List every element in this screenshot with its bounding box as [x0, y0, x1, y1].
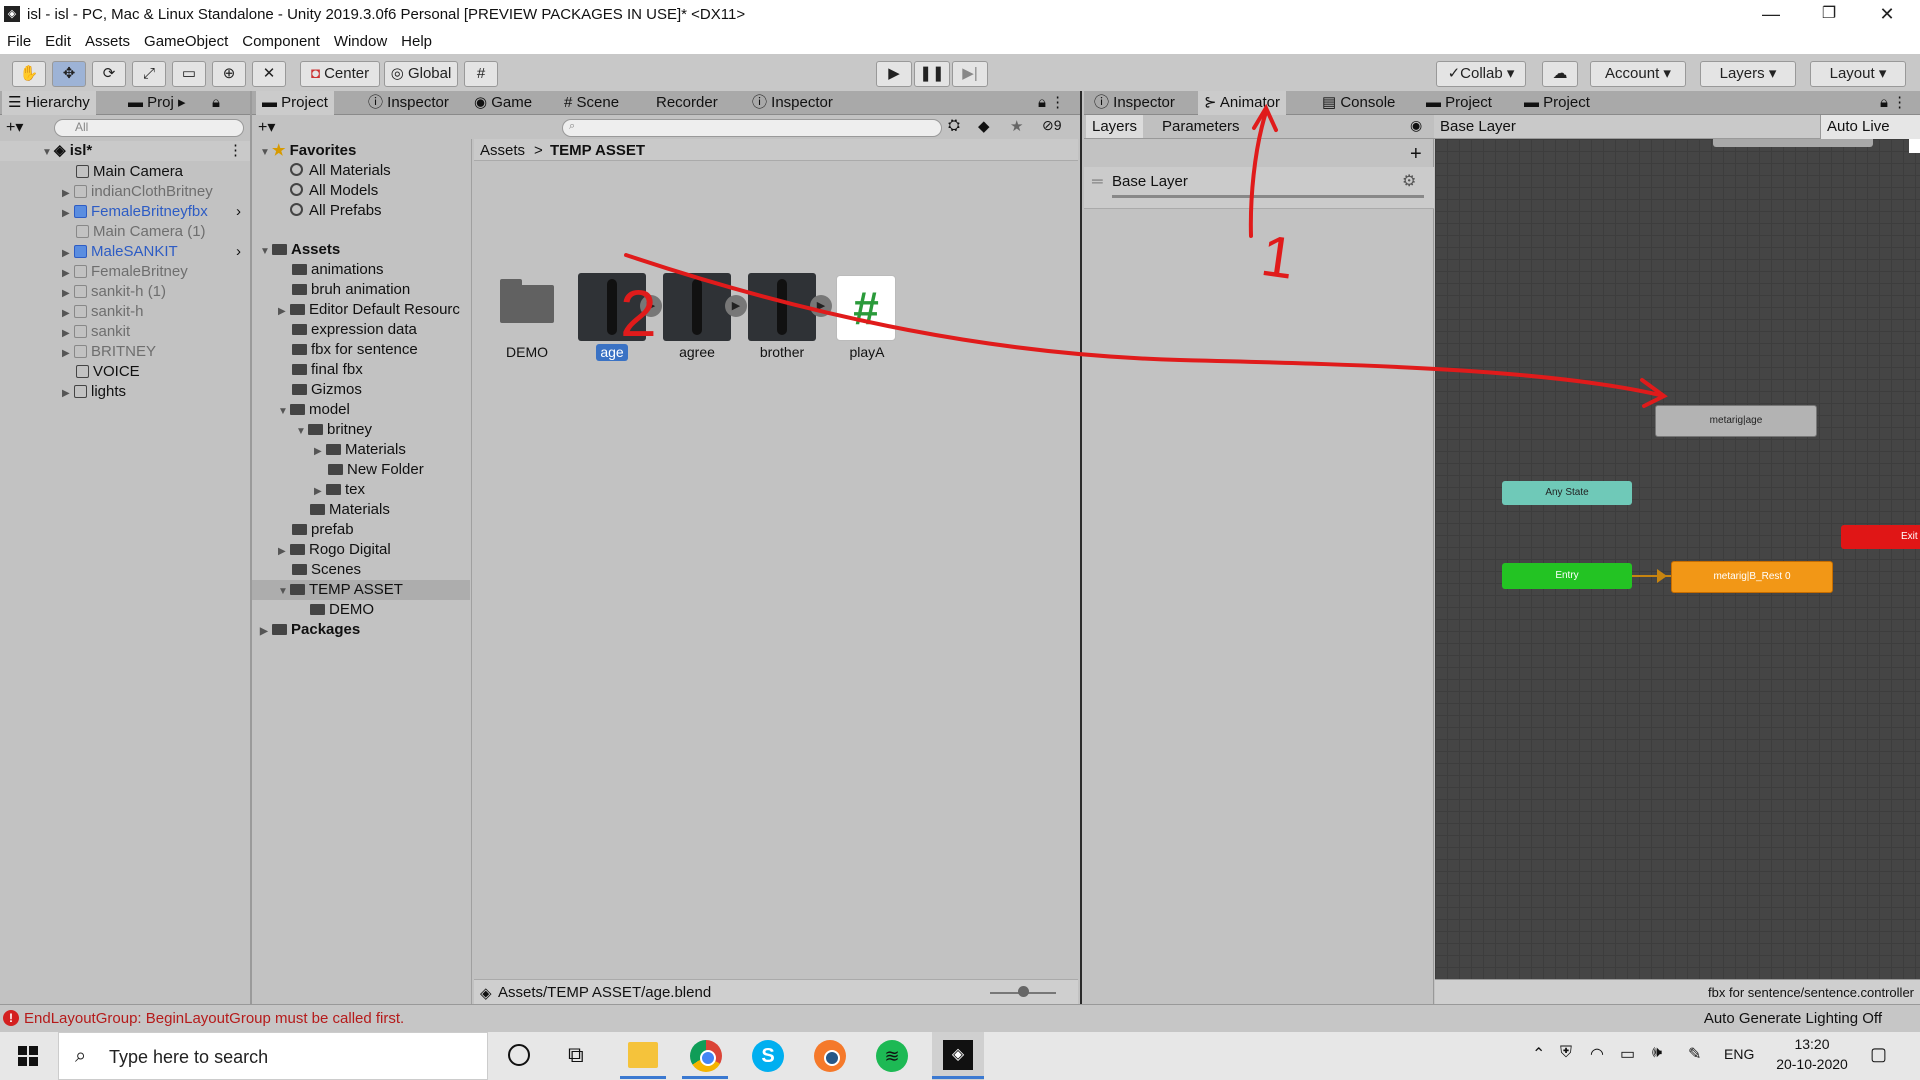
annotation-number-2: 2 — [620, 276, 657, 350]
annotation-number-1: 1 — [1257, 223, 1298, 292]
annotation-overlay: 1 2 — [620, 103, 1668, 408]
annotation-arrow-2-line — [624, 253, 1662, 397]
annotation-arrow-1-line — [1248, 110, 1268, 238]
